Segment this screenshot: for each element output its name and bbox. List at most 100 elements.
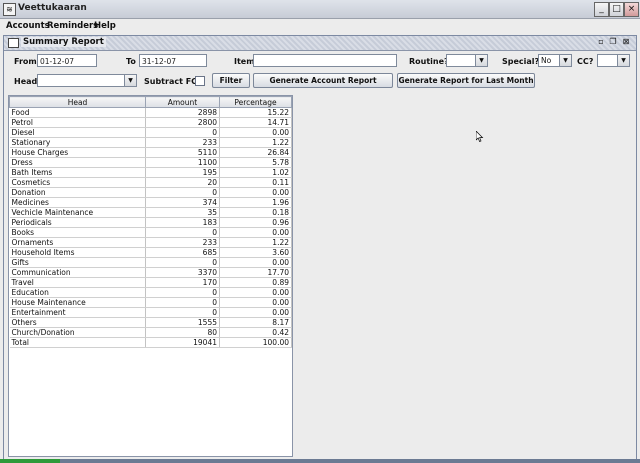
- from-label: From: [14, 57, 37, 66]
- cell-head: Donation: [9, 187, 146, 198]
- table-row[interactable]: Petrol 2800 14.71: [9, 117, 292, 128]
- table-row[interactable]: Cosmetics 20 0.11: [9, 177, 292, 188]
- cell-percentage: 0.89: [219, 277, 292, 288]
- table-row[interactable]: Household Items 685 3.60: [9, 247, 292, 258]
- table-row[interactable]: Medicines 374 1.96: [9, 197, 292, 208]
- cell-percentage: 8.17: [219, 317, 292, 328]
- cell-amount: 5110: [145, 147, 220, 158]
- table-row[interactable]: Travel 170 0.89: [9, 277, 292, 288]
- generate-last-month-button[interactable]: Generate Report for Last Month: [397, 73, 535, 88]
- head-label: Head: [14, 77, 38, 86]
- table-row[interactable]: Dress 1100 5.78: [9, 157, 292, 168]
- table-row[interactable]: Church/Donation 80 0.42: [9, 327, 292, 338]
- cell-amount: 3370: [145, 267, 220, 278]
- cell-head: Travel: [9, 277, 146, 288]
- cell-percentage: 3.60: [219, 247, 292, 258]
- cell-head: Diesel: [9, 127, 146, 138]
- summary-table[interactable]: Head Amount Percentage Food 2898 15.22 Petr…: [8, 95, 293, 457]
- cell-amount: 374: [145, 197, 220, 208]
- cell-head: House Maintenance: [9, 297, 146, 308]
- to-label: To: [126, 57, 136, 66]
- cell-head: Vechicle Maintenance: [9, 207, 146, 218]
- mouse-cursor-icon: [476, 131, 484, 142]
- cell-percentage: 14.71: [219, 117, 292, 128]
- menu-help[interactable]: Help: [94, 21, 116, 31]
- table-row[interactable]: Donation 0 0.00: [9, 187, 292, 198]
- cell-head: Medicines: [9, 197, 146, 208]
- cell-head: Gifts: [9, 257, 146, 268]
- start-button[interactable]: [0, 459, 60, 463]
- to-date-field[interactable]: 31-12-07: [139, 54, 207, 67]
- table-row[interactable]: Stationary 233 1.22: [9, 137, 292, 148]
- chevron-down-icon[interactable]: ▼: [124, 75, 136, 86]
- column-header-percentage[interactable]: Percentage: [219, 96, 292, 108]
- filter-button[interactable]: Filter: [212, 73, 250, 88]
- maximize-button[interactable]: □: [609, 2, 624, 17]
- cell-amount: 685: [145, 247, 220, 258]
- cell-head: Stationary: [9, 137, 146, 148]
- table-header-row: Head Amount Percentage: [9, 96, 292, 108]
- table-row[interactable]: Others 1555 8.17: [9, 317, 292, 328]
- routine-select[interactable]: ▼: [446, 54, 488, 67]
- table-row[interactable]: Periodicals 183 0.96: [9, 217, 292, 228]
- cc-select[interactable]: ▼: [597, 54, 630, 67]
- from-date-field[interactable]: 01-12-07: [37, 54, 97, 67]
- table-row[interactable]: Communication 3370 17.70: [9, 267, 292, 278]
- cell-amount: 0: [145, 227, 220, 238]
- column-header-head[interactable]: Head: [9, 96, 146, 108]
- frame-icon: [8, 38, 19, 48]
- cell-percentage: 0.96: [219, 217, 292, 228]
- table-row[interactable]: Gifts 0 0.00: [9, 257, 292, 268]
- menu-reminders[interactable]: Reminders: [47, 21, 98, 31]
- special-select[interactable]: No ▼: [538, 54, 572, 67]
- cell-head: Ornaments: [9, 237, 146, 248]
- cell-head: Education: [9, 287, 146, 298]
- chevron-down-icon[interactable]: ▼: [475, 55, 487, 66]
- cell-percentage: 1.96: [219, 197, 292, 208]
- item-field[interactable]: [253, 54, 397, 67]
- cell-head: Others: [9, 317, 146, 328]
- frame-maximize-icon[interactable]: ❐: [608, 37, 618, 47]
- cell-head: Bath Items: [9, 167, 146, 178]
- cc-label: CC?: [577, 57, 594, 66]
- subtract-fc-label: Subtract FC?: [144, 77, 202, 86]
- table-row[interactable]: Vechicle Maintenance 35 0.18: [9, 207, 292, 218]
- minimize-button[interactable]: _: [594, 2, 609, 17]
- cell-amount: 170: [145, 277, 220, 288]
- table-row[interactable]: Food 2898 15.22: [9, 107, 292, 118]
- cell-percentage: 0.00: [219, 127, 292, 138]
- item-label: Item: [234, 57, 255, 66]
- table-row[interactable]: Entertainment 0 0.00: [9, 307, 292, 318]
- column-header-amount[interactable]: Amount: [145, 96, 220, 108]
- table-row[interactable]: Bath Items 195 1.02: [9, 167, 292, 178]
- table-row[interactable]: Books 0 0.00: [9, 227, 292, 238]
- cell-amount: 195: [145, 167, 220, 178]
- cell-amount: 0: [145, 257, 220, 268]
- cell-amount: 233: [145, 237, 220, 248]
- generate-account-report-button[interactable]: Generate Account Report: [253, 73, 393, 88]
- taskbar: [0, 459, 640, 463]
- head-select[interactable]: ▼: [37, 74, 137, 87]
- subtract-fc-checkbox[interactable]: [195, 76, 205, 86]
- cell-amount: 1555: [145, 317, 220, 328]
- frame-minimize-icon[interactable]: ▫: [596, 37, 606, 47]
- java-icon: ≋: [3, 3, 16, 16]
- table-row[interactable]: Diesel 0 0.00: [9, 127, 292, 138]
- table-row[interactable]: Total 19041 100.00: [9, 337, 292, 348]
- cell-amount: 20: [145, 177, 220, 188]
- cell-amount: 183: [145, 217, 220, 228]
- close-button[interactable]: ×: [624, 2, 639, 17]
- table-row[interactable]: Education 0 0.00: [9, 287, 292, 298]
- chevron-down-icon[interactable]: ▼: [617, 55, 629, 66]
- cell-head: Periodicals: [9, 217, 146, 228]
- table-row[interactable]: House Maintenance 0 0.00: [9, 297, 292, 308]
- cell-percentage: 0.00: [219, 307, 292, 318]
- menu-accounts[interactable]: Accounts: [6, 21, 50, 31]
- table-row[interactable]: Ornaments 233 1.22: [9, 237, 292, 248]
- cell-percentage: 17.70: [219, 267, 292, 278]
- table-row[interactable]: House Charges 5110 26.84: [9, 147, 292, 158]
- chevron-down-icon[interactable]: ▼: [559, 55, 571, 66]
- cell-head: Books: [9, 227, 146, 238]
- frame-close-icon[interactable]: ⊠: [621, 37, 631, 47]
- cell-percentage: 0.00: [219, 187, 292, 198]
